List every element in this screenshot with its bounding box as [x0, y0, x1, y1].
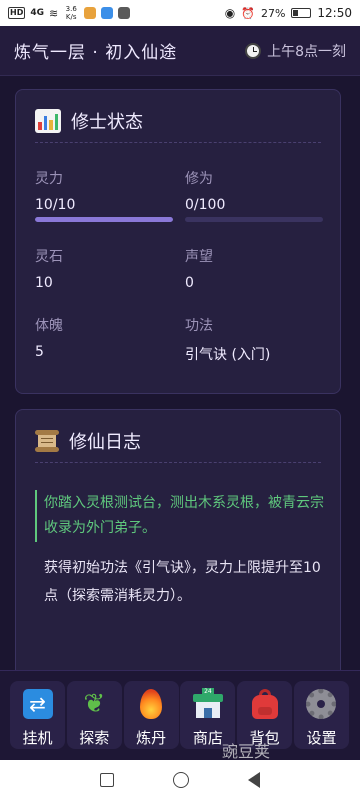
stat-spirit-stones: 灵石 10 [35, 246, 185, 291]
nav-label: 探索 [79, 729, 110, 747]
network-speed: 3.6 K/s [63, 5, 79, 21]
stats-grid: 灵力 10/10 修为 0/100 灵石 10 声望 0 体魄 5 功法 引气诀… [35, 168, 323, 364]
home-icon[interactable] [172, 772, 189, 788]
eye-icon: ◉ [224, 6, 236, 20]
auto-icon: ⇄ [21, 687, 55, 721]
stopwatch-icon [245, 42, 262, 59]
stat-value: 0/100 [185, 197, 226, 213]
nav-label: 炼丹 [136, 729, 167, 747]
stat-label: 灵力 [35, 171, 63, 187]
nav-label: 设置 [306, 729, 337, 747]
log-entries[interactable]: 你踏入灵根测试台，测出木系灵根，被青云宗收录为外门弟子。 获得初始功法《引气诀》… [35, 490, 325, 610]
back-icon[interactable] [248, 772, 261, 788]
stat-label: 灵石 [35, 249, 63, 265]
nav-label: 挂机 [22, 729, 53, 747]
hd-badge: HD [8, 7, 26, 19]
battery-icon [291, 8, 312, 18]
log-entry-highlight: 你踏入灵根测试台，测出木系灵根，被青云宗收录为外门弟子。 [35, 490, 325, 542]
cultivator-status-card: 修士状态 灵力 10/10 修为 0/100 灵石 10 声望 0 体魄 5 功… [15, 89, 341, 394]
nav-label: 商店 [192, 729, 223, 747]
cultivation-bar [185, 217, 323, 222]
realm-title: 炼气一层 · 初入仙途 [14, 43, 178, 63]
nav-alchemy-button[interactable]: 炼丹 [123, 681, 179, 749]
watermark-logo: 豌豆荚 [222, 742, 271, 761]
stat-label: 修为 [185, 171, 213, 187]
nav-idle-button[interactable]: ⇄ 挂机 [10, 681, 65, 749]
stat-reputation: 声望 0 [185, 246, 323, 291]
recent-apps-icon[interactable] [99, 773, 114, 787]
backpack-icon [248, 687, 282, 721]
fire-icon [134, 687, 168, 721]
stat-value: 10/10 [35, 197, 76, 213]
gear-icon [304, 687, 338, 721]
system-navigation-bar [0, 760, 360, 800]
stat-label: 声望 [185, 249, 213, 265]
app-notification-icon [101, 7, 114, 19]
nav-settings-button[interactable]: 设置 [293, 681, 349, 749]
signal-icon: 4G [30, 8, 44, 18]
app-notification-icon [118, 7, 131, 19]
stat-spirit-power: 灵力 10/10 [35, 168, 185, 222]
clock-time: 12:50 [317, 6, 352, 20]
status-bar: HD 4G ≋ 3.6 K/s ◉ ⏰ 27% 12:50 [0, 0, 360, 26]
status-card-header: 修士状态 [35, 90, 321, 143]
app-header: 炼气一层 · 初入仙途 上午8点一刻 [0, 26, 360, 76]
log-card-header: 修仙日志 [35, 410, 321, 463]
bar-chart-icon [35, 109, 61, 133]
bottom-navigation: ⇄ 挂机 ❦ 探索 炼丹 24 商店 背包 设置 [0, 670, 360, 760]
speed-unit: K/s [65, 13, 77, 21]
nav-explore-button[interactable]: ❦ 探索 [66, 681, 122, 749]
stat-value: 0 [185, 275, 194, 291]
spirit-power-bar [35, 217, 173, 222]
stat-label: 功法 [185, 318, 213, 334]
spirit-power-bar-fill [35, 217, 173, 222]
stat-technique: 功法 引气诀 (入门) [185, 315, 323, 364]
wifi-icon: ≋ [49, 6, 59, 20]
stat-value: 10 [35, 275, 53, 291]
cultivation-log-card: 修仙日志 你踏入灵根测试台，测出木系灵根，被青云宗收录为外门弟子。 获得初始功法… [15, 409, 341, 679]
stat-value: 引气诀 (入门) [185, 347, 271, 363]
speed-value: 3.6 [65, 5, 77, 13]
leaf-icon: ❦ [83, 689, 106, 719]
scroll-icon [35, 429, 59, 453]
log-entry: 获得初始功法《引气诀》，灵力上限提升至10点（探索需消耗灵力）。 [44, 560, 321, 604]
log-card-title: 修仙日志 [69, 432, 141, 453]
game-time-label: 上午8点一刻 [267, 43, 346, 60]
stat-value: 5 [35, 344, 44, 360]
stat-cultivation: 修为 0/100 [185, 168, 323, 222]
stat-physique: 体魄 5 [35, 315, 185, 364]
alarm-icon: ⏰ [241, 6, 255, 20]
shop-icon: 24 [191, 687, 225, 721]
status-card-title: 修士状态 [71, 112, 143, 133]
stat-label: 体魄 [35, 318, 63, 334]
app-notification-icon [84, 7, 97, 19]
game-time: 上午8点一刻 [245, 41, 346, 61]
battery-percent: 27% [260, 6, 286, 20]
